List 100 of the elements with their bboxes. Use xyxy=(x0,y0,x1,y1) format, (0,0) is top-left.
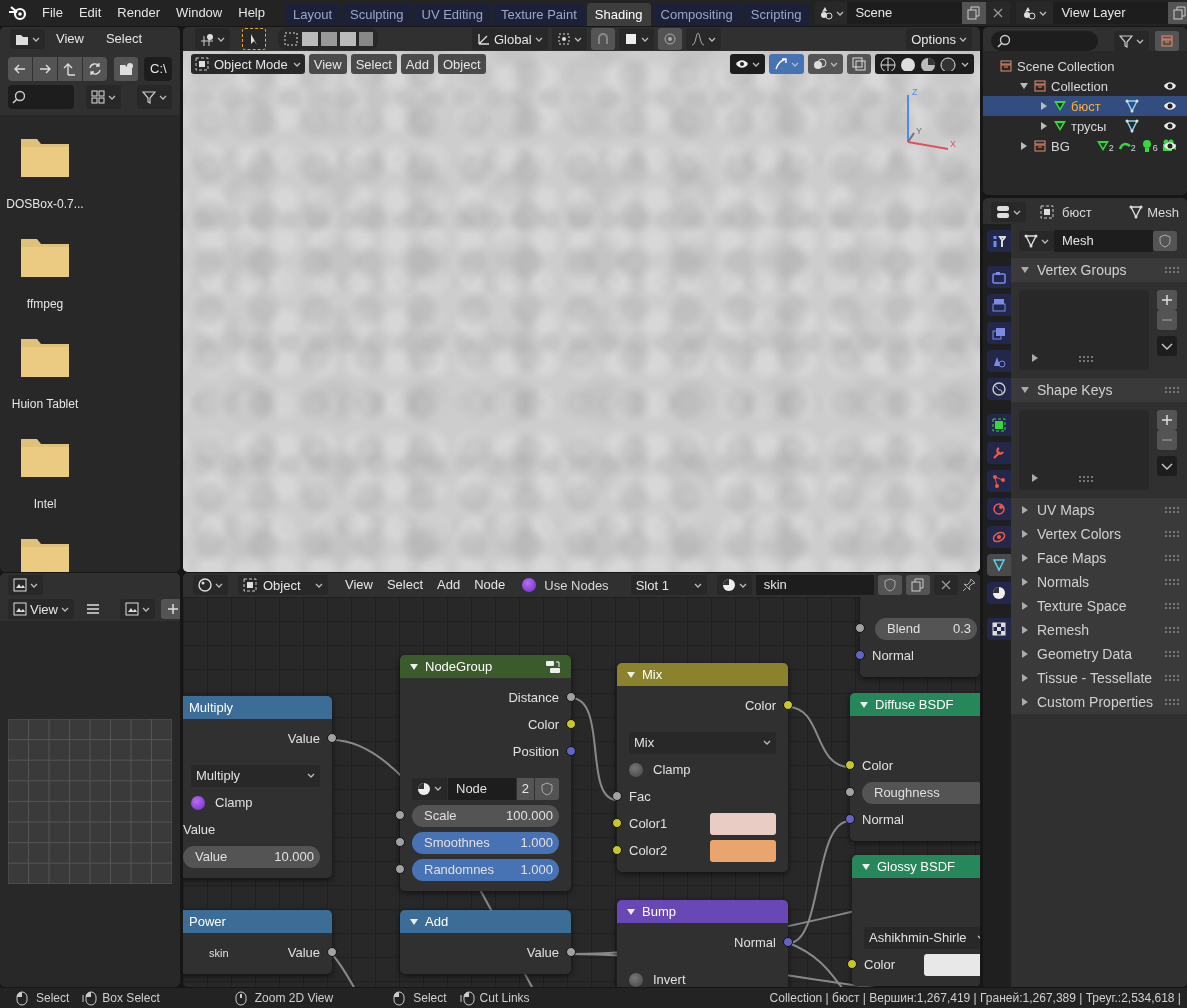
child-count: 6 xyxy=(1152,143,1158,153)
view-dropdown[interactable]: View xyxy=(8,599,74,619)
menu-button[interactable]: Object xyxy=(437,54,486,74)
panel-header[interactable]: Face Maps xyxy=(1011,546,1187,570)
mode-dropdown[interactable]: Object Mode xyxy=(191,54,305,74)
panel-title: Vertex Colors xyxy=(1037,526,1122,542)
outliner-row[interactable]: Scene Collection xyxy=(983,56,1187,76)
panel-header[interactable]: Normals xyxy=(1011,570,1187,594)
child-count: 2 xyxy=(1108,143,1114,153)
node-header[interactable]: Diffuse BSDF xyxy=(850,693,980,716)
shader-type-dropdown[interactable]: Object xyxy=(238,575,328,595)
item-label: Scene Collection xyxy=(1017,58,1115,74)
panel-title: Tissue - Tessellate xyxy=(1037,670,1153,686)
workspace-tab[interactable]: Compositing xyxy=(652,3,741,26)
menu-button[interactable]: Add xyxy=(400,54,434,74)
node-header[interactable]: Bump xyxy=(617,900,788,923)
socket-label: Color xyxy=(862,758,894,773)
menu-item[interactable]: Select xyxy=(98,29,150,49)
node-header[interactable]: NodeGroup xyxy=(400,655,571,678)
menu-item[interactable]: Edit xyxy=(70,3,110,23)
menu-item[interactable]: Node xyxy=(469,575,511,595)
outliner-row[interactable]: трусы xyxy=(983,116,1187,136)
panel-title: UV Maps xyxy=(1037,502,1095,518)
menu-button[interactable]: View xyxy=(308,54,347,74)
dropdown-label[interactable]: Object xyxy=(263,577,301,593)
child-count: 2 xyxy=(1130,143,1136,153)
view-layer-name-field[interactable]: View Layer xyxy=(1053,2,1169,24)
slot-dropdown[interactable]: Slot 1 xyxy=(630,575,707,595)
workspace-tab[interactable]: UV Editing xyxy=(413,3,491,26)
socket-label: Color1 xyxy=(629,816,668,831)
socket-label: Value xyxy=(526,945,559,960)
outliner-row[interactable]: бюст xyxy=(983,96,1187,116)
panel-header[interactable]: Geometry Data xyxy=(1011,642,1187,666)
panel-header[interactable]: Vertex Groups xyxy=(1011,258,1187,282)
number-field[interactable]: Roughness xyxy=(862,781,980,804)
node-header[interactable]: Glossy BSDF xyxy=(852,855,980,878)
node-header[interactable]: Multiply xyxy=(183,696,332,719)
panel-header[interactable]: Vertex Colors xyxy=(1011,522,1187,546)
workspace-tab[interactable]: Sculpting xyxy=(342,3,412,26)
menu-item[interactable]: Help xyxy=(230,3,273,23)
number-field[interactable]: Smoothnes 1.000 xyxy=(412,831,559,854)
menu-item[interactable]: Add xyxy=(432,575,466,595)
menu-button[interactable]: Select xyxy=(350,54,397,74)
path-field[interactable]: C:\ xyxy=(144,57,172,81)
dropdown[interactable]: Mix xyxy=(629,731,776,754)
socket-label: Value xyxy=(287,945,320,960)
socket-label: Value xyxy=(287,731,320,746)
user-count-button[interactable]: 2 xyxy=(516,777,534,800)
panel-title: Texture Space xyxy=(1037,598,1127,614)
panel-header[interactable]: Tissue - Tessellate xyxy=(1011,666,1187,690)
panel-header[interactable]: Remesh xyxy=(1011,618,1187,642)
number-field[interactable]: Scale 100.000 xyxy=(412,804,559,827)
outliner-row[interactable]: Collection xyxy=(983,76,1187,96)
panel-title: Custom Properties xyxy=(1037,694,1153,710)
panel-header[interactable]: Shape Keys xyxy=(1011,378,1187,402)
file-name[interactable]: Huion Tablet xyxy=(11,397,79,411)
dropdown[interactable]: Multiply xyxy=(191,764,320,787)
node-header[interactable]: Power xyxy=(183,910,332,933)
mesh-name-field[interactable]: Mesh xyxy=(1054,230,1153,252)
menu-item[interactable]: Render xyxy=(109,3,168,23)
dropdown[interactable]: Ashikhmin-Shirle xyxy=(864,926,980,949)
socket-label: Color xyxy=(744,698,776,713)
panel-title: Face Maps xyxy=(1037,550,1107,566)
socket-label: Normal xyxy=(862,812,904,827)
file-name[interactable]: Intel xyxy=(33,497,57,511)
scene-statistics: Collection | бюст | Вершин:1,267,419 | Граней:1,267,389 | Треуг.:2,534,618 | xyxy=(769,991,1181,1005)
node-title: Multiply xyxy=(189,700,234,715)
workspace-tab[interactable]: Shading xyxy=(586,3,651,26)
file-name[interactable]: ffmpeg xyxy=(26,297,64,311)
number-field[interactable]: Blend 0.3 xyxy=(875,617,977,640)
panel-header[interactable]: Texture Space xyxy=(1011,594,1187,618)
panel-header[interactable]: Custom Properties xyxy=(1011,690,1187,714)
shortcut-hint: Select xyxy=(413,991,447,1005)
orientation-dropdown[interactable]: Global xyxy=(472,28,548,50)
item-label: Collection xyxy=(1051,78,1109,94)
workspace-tab[interactable]: Scripting xyxy=(742,3,810,26)
panel-header[interactable]: UV Maps xyxy=(1011,498,1187,522)
number-field[interactable]: Value 10.000 xyxy=(183,845,320,868)
menu-item[interactable]: View xyxy=(49,29,91,49)
node-title: Power xyxy=(189,914,226,929)
material-name-field[interactable]: skin xyxy=(755,575,874,595)
scene-name-field[interactable]: Scene xyxy=(847,2,963,24)
node-title: Add xyxy=(425,914,449,929)
node-header[interactable]: Add xyxy=(400,910,571,933)
file-name[interactable]: DOSBox-0.7... xyxy=(6,197,84,211)
menu-item[interactable]: Select xyxy=(381,575,429,595)
outliner-row[interactable]: BG 2 2 6 xyxy=(983,136,1187,156)
axis-label: Y xyxy=(916,126,922,136)
workspace-tab[interactable]: Texture Paint xyxy=(492,3,585,26)
options-dropdown[interactable]: Options xyxy=(906,28,972,50)
menu-item[interactable]: File xyxy=(34,3,71,23)
number-field[interactable]: Randomnes 1.000 xyxy=(412,858,559,881)
item-label: BG xyxy=(1051,138,1070,154)
data-name: Mesh xyxy=(1147,204,1179,220)
workspace-tab[interactable]: Layout xyxy=(285,3,341,26)
node-title: Glossy BSDF xyxy=(877,859,955,874)
node-header[interactable]: Mix xyxy=(617,663,788,686)
node-tree-name-field[interactable]: Node xyxy=(448,777,516,800)
menu-item[interactable]: Window xyxy=(168,3,231,23)
menu-item[interactable]: View xyxy=(340,575,378,595)
